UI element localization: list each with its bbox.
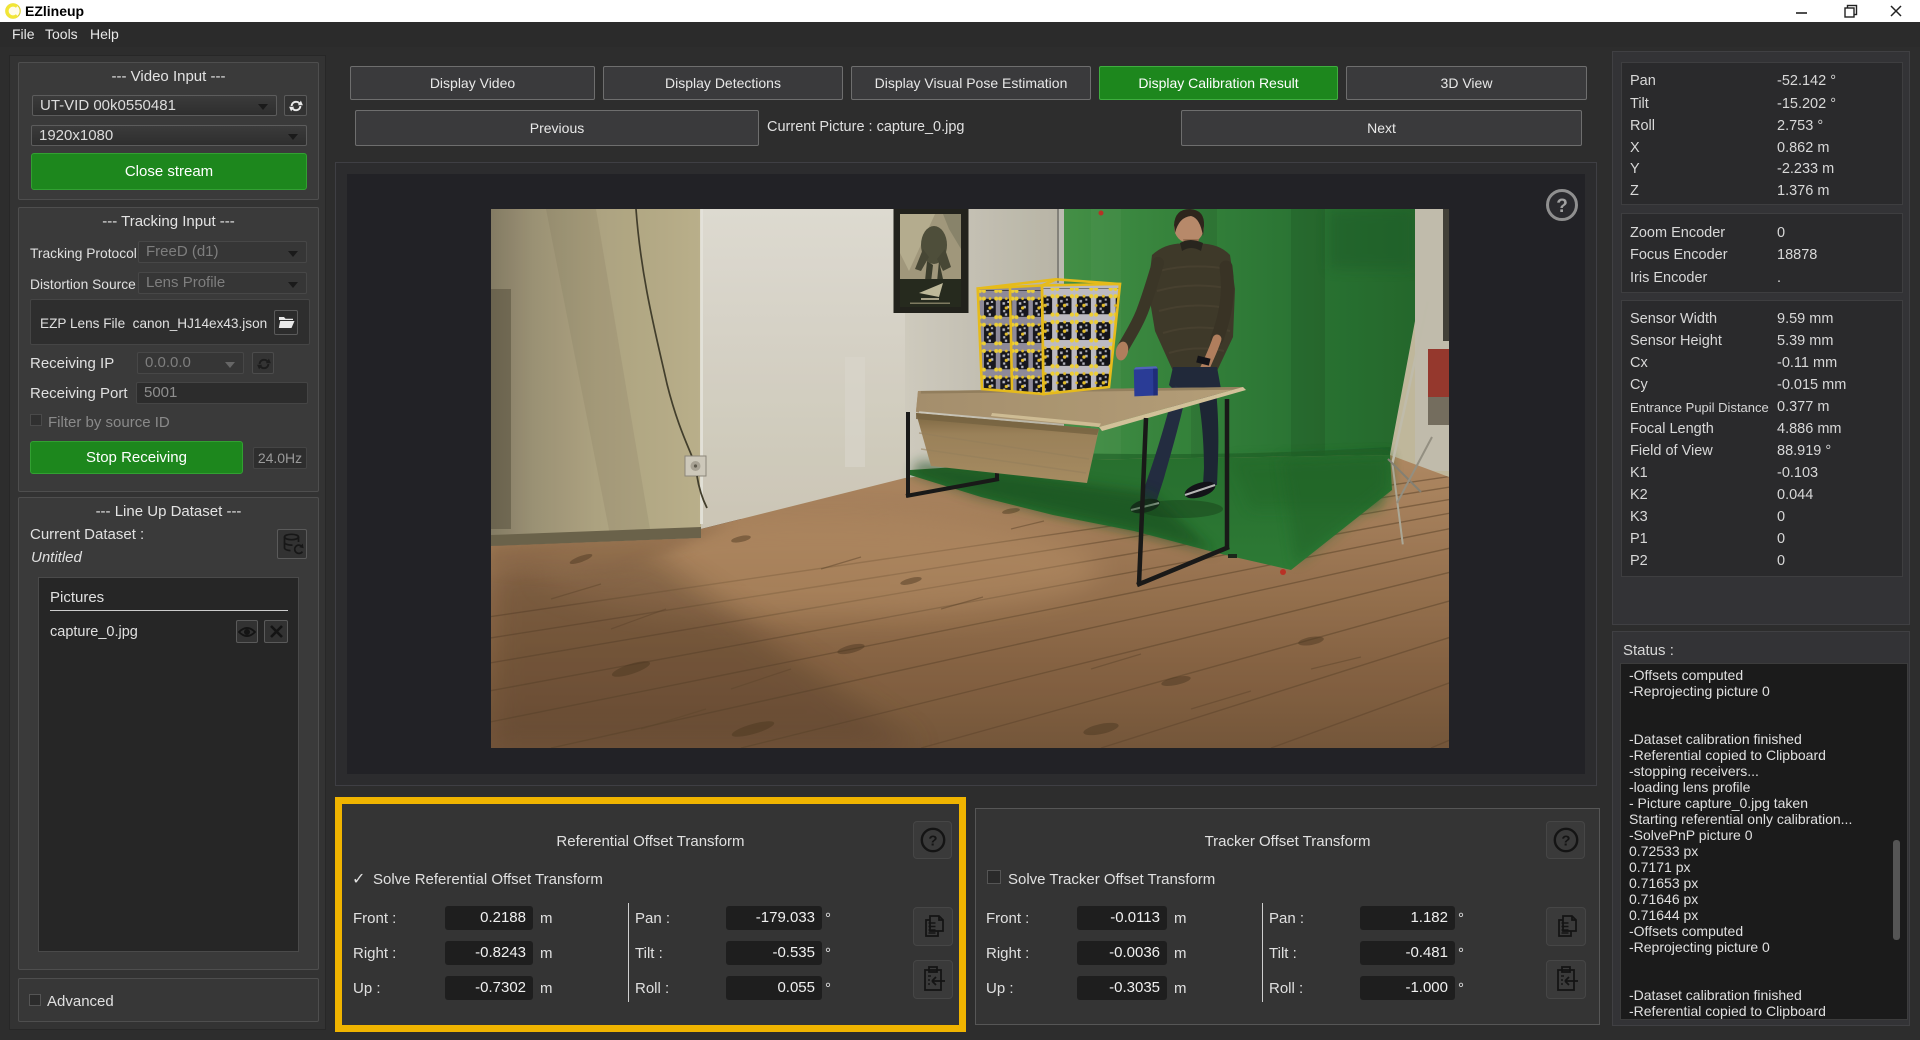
svg-text:?: ? (1556, 196, 1568, 217)
svg-text:?: ? (928, 833, 937, 850)
svg-text:?: ? (1561, 833, 1570, 850)
